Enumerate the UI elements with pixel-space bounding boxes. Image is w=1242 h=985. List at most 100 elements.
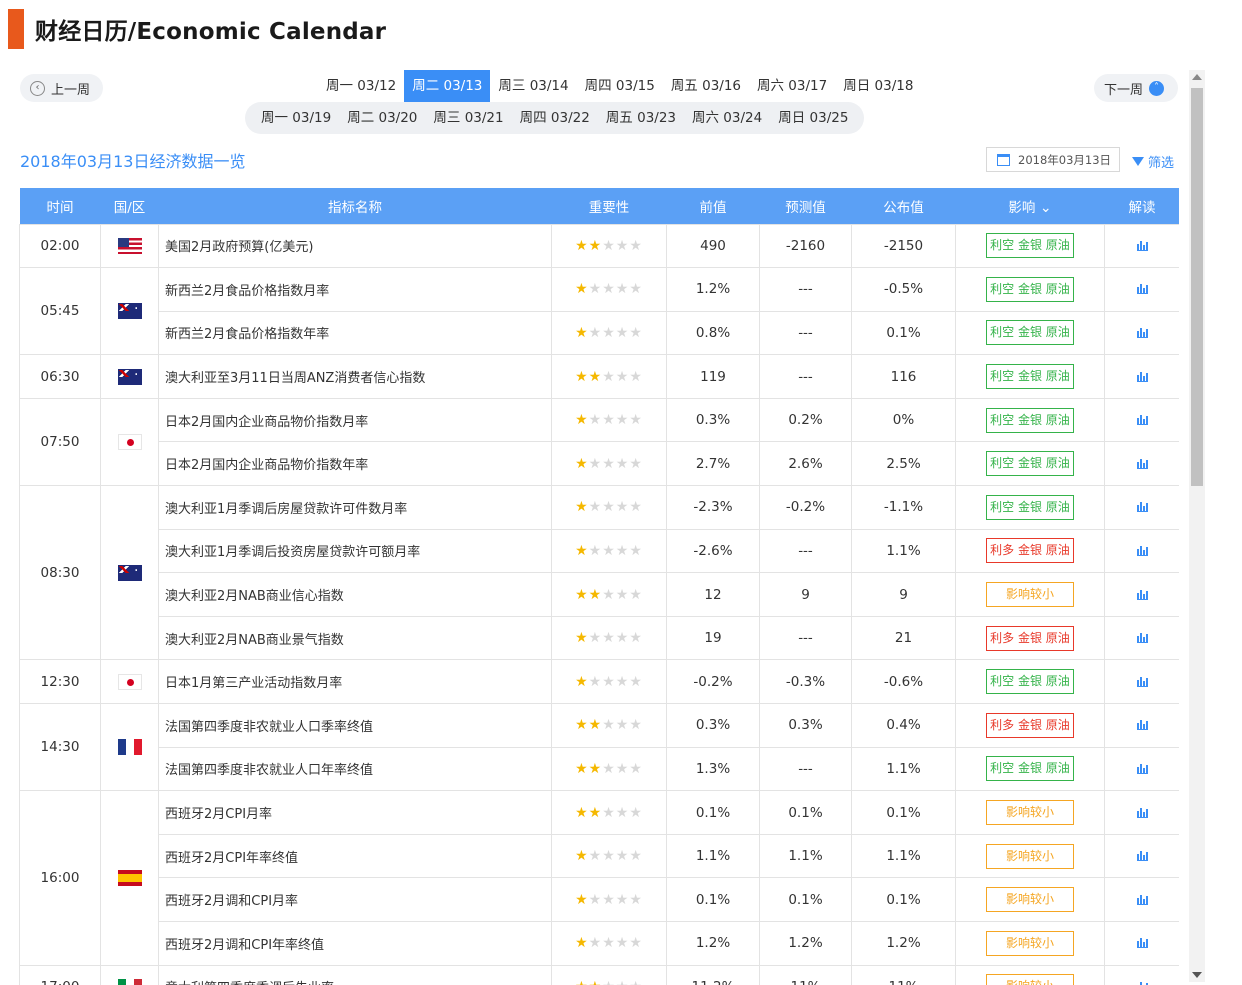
bar-chart-icon[interactable] [1136, 240, 1148, 251]
impact-cell: 利空 金银 原油 [955, 310, 1105, 356]
prev-week-button[interactable]: ‹ 上一周 [20, 74, 103, 102]
bar-chart-icon[interactable] [1136, 283, 1148, 295]
scroll-up-arrow-icon[interactable] [1192, 74, 1202, 80]
indicator-name[interactable]: 西班牙2月调和CPI月率 [158, 877, 552, 922]
table-row: 法国第四季度非农就业人口年率终值 ★★★★★ 1.3% --- 1.1% 利空 金银 原油 [20, 746, 1179, 792]
day-tab[interactable]: 周五 03/23 [598, 102, 684, 134]
bar-chart-icon[interactable] [1136, 807, 1148, 818]
next-week-button[interactable]: 下一周 ˄ [1094, 74, 1178, 102]
bar-chart-icon[interactable] [1136, 719, 1148, 731]
country-cell [100, 397, 159, 487]
flag-jp-icon [117, 673, 142, 690]
time-cell: 17:00 [19, 964, 101, 985]
indicator-name[interactable]: 法国第四季度非农就业人口季率终值 [158, 703, 552, 748]
bar-chart-icon[interactable] [1136, 676, 1148, 687]
indicator-name[interactable]: 意大利第四季度季调后失业率 [158, 964, 552, 985]
star-icon: ★ [588, 673, 603, 690]
star-icon: ★ [629, 455, 643, 472]
star-icon: ★ [615, 412, 630, 429]
bar-chart-icon[interactable] [1136, 632, 1148, 644]
interpret-cell [1104, 703, 1179, 748]
previous-value: -2.6% [666, 528, 760, 574]
indicator-name[interactable]: 日本1月第三产业活动指数月率 [158, 659, 552, 705]
star-icon: ★ [588, 455, 603, 472]
day-tab[interactable]: 周三 03/14 [490, 70, 576, 102]
indicator-name[interactable]: 西班牙2月CPI月率 [158, 790, 552, 835]
impact-cell: 影响较小 [955, 877, 1105, 922]
day-tab[interactable]: 周日 03/25 [770, 102, 856, 134]
bar-chart-icon[interactable] [1136, 327, 1148, 338]
table-row: 14:30 法国第四季度非农就业人口季率终值 ★★★★★ 0.3% 0.3% 0.4% 利多… [19, 703, 1179, 792]
indicator-name[interactable]: 新西兰2月食品价格指数年率 [158, 310, 552, 356]
table-row: 西班牙2月CPI年率终值 ★★★★★ 1.1% 1.1% 1.1% 影响较小 [20, 833, 1179, 879]
day-tab[interactable]: 周五 03/16 [663, 70, 749, 102]
country-cell [100, 267, 159, 356]
vertical-scrollbar[interactable] [1189, 70, 1205, 982]
day-tab[interactable]: 周六 03/24 [684, 102, 770, 134]
impact-cell: 影响较小 [955, 572, 1105, 617]
previous-value: 2.7% [666, 441, 760, 487]
bar-chart-icon[interactable] [1136, 371, 1148, 382]
importance-cell: ★★★★★ [551, 703, 667, 748]
indicator-name[interactable]: 西班牙2月调和CPI年率终值 [158, 921, 552, 966]
day-tab[interactable]: 周六 03/17 [749, 70, 835, 102]
date-picker[interactable]: 2018年03月13日 [986, 147, 1120, 172]
chevron-left-circle-icon: ‹ [30, 80, 45, 96]
indicator-name[interactable]: 澳大利亚2月NAB商业景气指数 [158, 615, 552, 661]
bar-chart-icon[interactable] [1136, 545, 1148, 556]
indicator-name[interactable]: 澳大利亚至3月11日当周ANZ消费者信心指数 [158, 354, 552, 399]
star-icon: ★ [615, 324, 630, 341]
indicator-name[interactable]: 澳大利亚1月季调后房屋贷款许可件数月率 [158, 485, 552, 530]
actual-value: 116 [851, 354, 956, 399]
column-header[interactable]: 影响 ⌄ [955, 188, 1105, 224]
column-header: 重要性 [551, 188, 667, 224]
bar-chart-icon[interactable] [1136, 763, 1148, 774]
star-icon: ★ [615, 804, 630, 821]
indicator-name[interactable]: 日本2月国内企业商品物价指数月率 [158, 397, 552, 443]
interpret-cell [1104, 397, 1179, 443]
importance-cell: ★★★★★ [551, 223, 667, 269]
importance-cell: ★★★★★ [551, 267, 667, 312]
bar-chart-icon[interactable] [1136, 981, 1148, 985]
importance-stars: ★★★★★ [575, 717, 643, 733]
bar-chart-icon[interactable] [1136, 589, 1148, 600]
table-body: 02:00 美国2月政府预算(亿美元) ★★★★★ 490 -2160 -2150 利空 金… [19, 223, 1179, 985]
bar-chart-icon[interactable] [1136, 937, 1148, 949]
indicator-name[interactable]: 法国第四季度非农就业人口年率终值 [158, 746, 552, 792]
day-tab[interactable]: 周四 03/22 [512, 102, 598, 134]
scroll-thumb[interactable] [1191, 88, 1203, 486]
funnel-icon [1132, 157, 1144, 166]
bar-chart-icon[interactable] [1136, 458, 1148, 469]
actual-value: -1.1% [851, 485, 956, 530]
bar-chart-icon[interactable] [1136, 894, 1148, 905]
importance-cell: ★★★★★ [551, 921, 667, 966]
indicator-name[interactable]: 西班牙2月CPI年率终值 [158, 833, 552, 879]
indicator-name[interactable]: 澳大利亚2月NAB商业信心指数 [158, 572, 552, 617]
column-header: 时间 [19, 188, 101, 224]
day-tab[interactable]: 周二 03/20 [339, 102, 425, 134]
indicator-name[interactable]: 澳大利亚1月季调后投资房屋贷款许可额月率 [158, 528, 552, 574]
star-icon: ★ [575, 237, 589, 254]
day-tab[interactable]: 周二 03/13 [404, 70, 491, 102]
day-tab[interactable]: 周三 03/21 [425, 102, 511, 134]
day-tab[interactable]: 周一 03/19 [253, 102, 339, 134]
importance-cell: ★★★★★ [551, 964, 667, 985]
day-tab[interactable]: 周日 03/18 [835, 70, 921, 102]
star-icon: ★ [615, 455, 630, 472]
indicator-name[interactable]: 日本2月国内企业商品物价指数年率 [158, 441, 552, 487]
indicator-name[interactable]: 美国2月政府预算(亿美元) [158, 223, 552, 269]
scroll-down-arrow-icon[interactable] [1192, 972, 1202, 978]
day-tab[interactable]: 周四 03/15 [577, 70, 663, 102]
bar-chart-icon[interactable] [1136, 850, 1148, 862]
filter-button[interactable]: 筛选 [1132, 152, 1174, 171]
star-icon: ★ [602, 630, 616, 647]
day-tab[interactable]: 周一 03/12 [318, 70, 404, 102]
previous-value: 1.3% [666, 746, 760, 792]
indicator-name[interactable]: 新西兰2月食品价格指数月率 [158, 267, 552, 312]
bar-chart-icon[interactable] [1136, 501, 1148, 513]
star-icon: ★ [588, 760, 603, 777]
bar-chart-icon[interactable] [1136, 414, 1148, 426]
previous-value: 0.3% [666, 703, 760, 748]
interpret-cell [1104, 877, 1179, 922]
star-icon: ★ [575, 760, 589, 777]
